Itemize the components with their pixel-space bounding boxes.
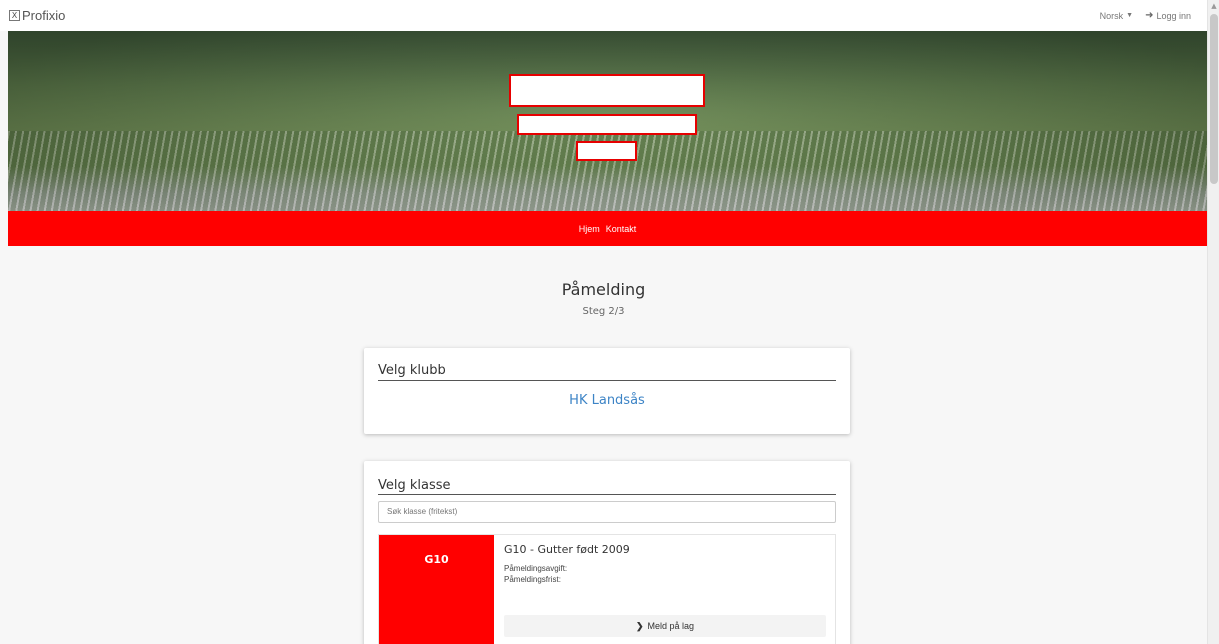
class-name: G10 - Gutter født 2009 <box>504 543 630 556</box>
redacted-subtitle-box <box>517 114 697 135</box>
register-team-label: Meld på lag <box>647 621 695 631</box>
language-label: Norsk <box>1099 10 1124 21</box>
class-card: Velg klasse Søk klasse (fritekst) G10 G1… <box>364 461 850 644</box>
nav-home[interactable]: Hjem <box>579 224 600 234</box>
redacted-date-box <box>576 141 637 161</box>
page-scrollbar[interactable]: ▲ <box>1207 0 1219 644</box>
logo-mark: X <box>9 10 20 21</box>
sign-in-icon: ➜ <box>1145 10 1154 21</box>
nav-contact[interactable]: Kontakt <box>606 224 637 234</box>
login-link[interactable]: ➜ Logg inn <box>1145 10 1191 21</box>
top-bar: X Profixio Norsk ▼ ➜ Logg inn <box>0 0 1207 31</box>
scroll-thumb[interactable] <box>1210 14 1218 184</box>
class-item: G10 G10 - Gutter født 2009 Påmeldingsavg… <box>378 534 836 644</box>
top-right-menu: Norsk ▼ ➜ Logg inn <box>1100 10 1191 21</box>
class-badge: G10 <box>379 535 494 644</box>
page-title: Påmelding <box>561 280 646 299</box>
hero-banner <box>8 31 1207 211</box>
chevron-right-icon: ❯ <box>635 620 644 631</box>
club-card-divider <box>378 380 836 381</box>
club-card: Velg klubb HK Landsås <box>364 348 850 434</box>
redacted-title-box <box>509 74 705 107</box>
step-indicator: Steg 2/3 <box>582 306 625 317</box>
logo[interactable]: X Profixio <box>9 8 65 23</box>
fee-label: Påmeldingsavgift: <box>504 564 568 573</box>
club-card-title: Velg klubb <box>378 363 446 378</box>
club-link[interactable]: HK Landsås <box>364 393 850 408</box>
register-team-button[interactable]: ❯ Meld på lag <box>504 615 826 637</box>
deadline-label: Påmeldingsfrist: <box>504 575 561 584</box>
caret-down-icon: ▼ <box>1126 12 1134 19</box>
class-card-divider <box>378 494 836 495</box>
login-label: Logg inn <box>1156 10 1191 21</box>
class-search-input[interactable]: Søk klasse (fritekst) <box>378 501 836 523</box>
logo-text: Profixio <box>22 8 66 23</box>
language-dropdown[interactable]: Norsk ▼ <box>1100 11 1133 21</box>
class-card-title: Velg klasse <box>378 478 451 493</box>
main-nav: Hjem Kontakt <box>8 211 1207 246</box>
scroll-up-arrow-icon[interactable]: ▲ <box>1208 0 1219 12</box>
